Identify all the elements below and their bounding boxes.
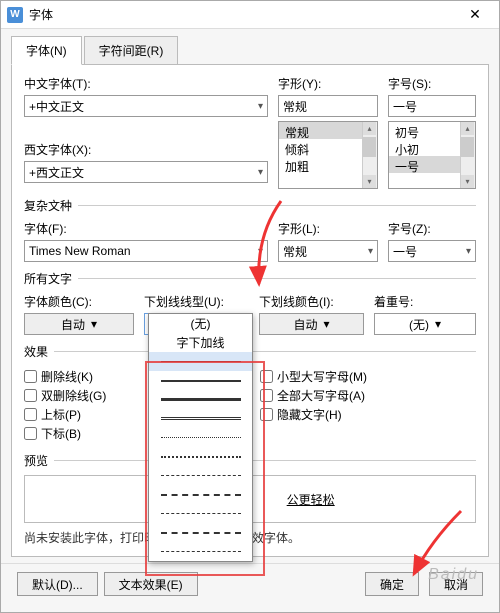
- scroll-thumb[interactable]: [363, 137, 376, 157]
- underline-option-none[interactable]: (无): [149, 314, 252, 333]
- ok-button[interactable]: 确定: [365, 572, 419, 596]
- chevron-down-icon: ▾: [258, 101, 263, 112]
- scroll-up-icon[interactable]: ▴: [363, 122, 376, 135]
- chevron-down-icon: ▾: [91, 317, 97, 331]
- latin-font-label: 西文字体(X):: [24, 141, 268, 158]
- cjk-font-label: 中文字体(T):: [24, 75, 268, 92]
- style-input[interactable]: [278, 95, 378, 117]
- size-input[interactable]: [388, 95, 476, 117]
- chevron-down-icon: ▾: [466, 246, 471, 257]
- complex-font-label: 字体(F):: [24, 220, 268, 237]
- app-icon: W: [7, 7, 23, 23]
- allcaps-checkbox[interactable]: 全部大写字母(A): [260, 387, 476, 404]
- complex-style-label: 字形(L):: [278, 220, 378, 237]
- underline-option[interactable]: [149, 409, 252, 428]
- chevron-down-icon: ▾: [323, 317, 329, 331]
- underline-style-popup: (无) 字下加线: [148, 313, 253, 562]
- cjk-font-combo[interactable]: +中文正文▾: [24, 95, 268, 117]
- scroll-down-icon[interactable]: ▾: [363, 175, 376, 188]
- underline-option[interactable]: [149, 542, 252, 561]
- latin-font-combo[interactable]: +西文正文▾: [24, 161, 268, 183]
- chevron-down-icon: ▾: [435, 317, 441, 331]
- default-button[interactable]: 默认(D)...: [17, 572, 98, 596]
- font-color-label: 字体颜色(C):: [24, 293, 134, 310]
- underline-option-words[interactable]: 字下加线: [149, 333, 252, 352]
- emphasis-combo[interactable]: (无)▾: [374, 313, 476, 335]
- scroll-down-icon[interactable]: ▾: [461, 175, 474, 188]
- complex-size-combo[interactable]: 一号▾: [388, 240, 476, 262]
- underline-option[interactable]: [149, 485, 252, 504]
- close-icon[interactable]: ✕: [455, 1, 495, 29]
- chevron-down-icon: ▾: [258, 246, 263, 257]
- effects-title: 效果: [24, 343, 48, 360]
- watermark: Baidu: [428, 566, 479, 584]
- underline-option[interactable]: [149, 352, 252, 371]
- all-title: 所有文字: [24, 270, 72, 287]
- style-listbox[interactable]: 常规 倾斜 加粗 ▴ ▾: [278, 121, 378, 189]
- underline-option[interactable]: [149, 428, 252, 447]
- tab-spacing[interactable]: 字符间距(R): [84, 36, 179, 65]
- complex-size-label: 字号(Z):: [388, 220, 476, 237]
- smallcaps-checkbox[interactable]: 小型大写字母(M): [260, 368, 476, 385]
- underline-option[interactable]: [149, 504, 252, 523]
- size-listbox[interactable]: 初号 小初 一号 ▴ ▾: [388, 121, 476, 189]
- underline-option[interactable]: [149, 466, 252, 485]
- scroll-up-icon[interactable]: ▴: [461, 122, 474, 135]
- hidden-checkbox[interactable]: 隐藏文字(H): [260, 406, 476, 423]
- chevron-down-icon: ▾: [368, 246, 373, 257]
- dialog-title: 字体: [29, 6, 455, 23]
- complex-title: 复杂文种: [24, 197, 72, 214]
- underline-option[interactable]: [149, 523, 252, 542]
- size-label: 字号(S):: [388, 75, 476, 92]
- complex-style-combo[interactable]: 常规▾: [278, 240, 378, 262]
- preview-title: 预览: [24, 452, 48, 469]
- underline-option[interactable]: [149, 390, 252, 409]
- emphasis-label: 着重号:: [374, 293, 476, 310]
- underline-option[interactable]: [149, 447, 252, 466]
- underline-color-button[interactable]: 自动▾: [259, 313, 364, 335]
- tab-font[interactable]: 字体(N): [11, 36, 82, 65]
- underline-option[interactable]: [149, 371, 252, 390]
- font-color-button[interactable]: 自动▾: [24, 313, 134, 335]
- underline-style-label: 下划线线型(U):: [144, 293, 249, 310]
- style-label: 字形(Y):: [278, 75, 378, 92]
- scroll-thumb[interactable]: [461, 137, 474, 157]
- textfx-button[interactable]: 文本效果(E): [104, 572, 198, 596]
- complex-font-combo[interactable]: Times New Roman▾: [24, 240, 268, 262]
- underline-color-label: 下划线颜色(I):: [259, 293, 364, 310]
- chevron-down-icon: ▾: [258, 167, 263, 178]
